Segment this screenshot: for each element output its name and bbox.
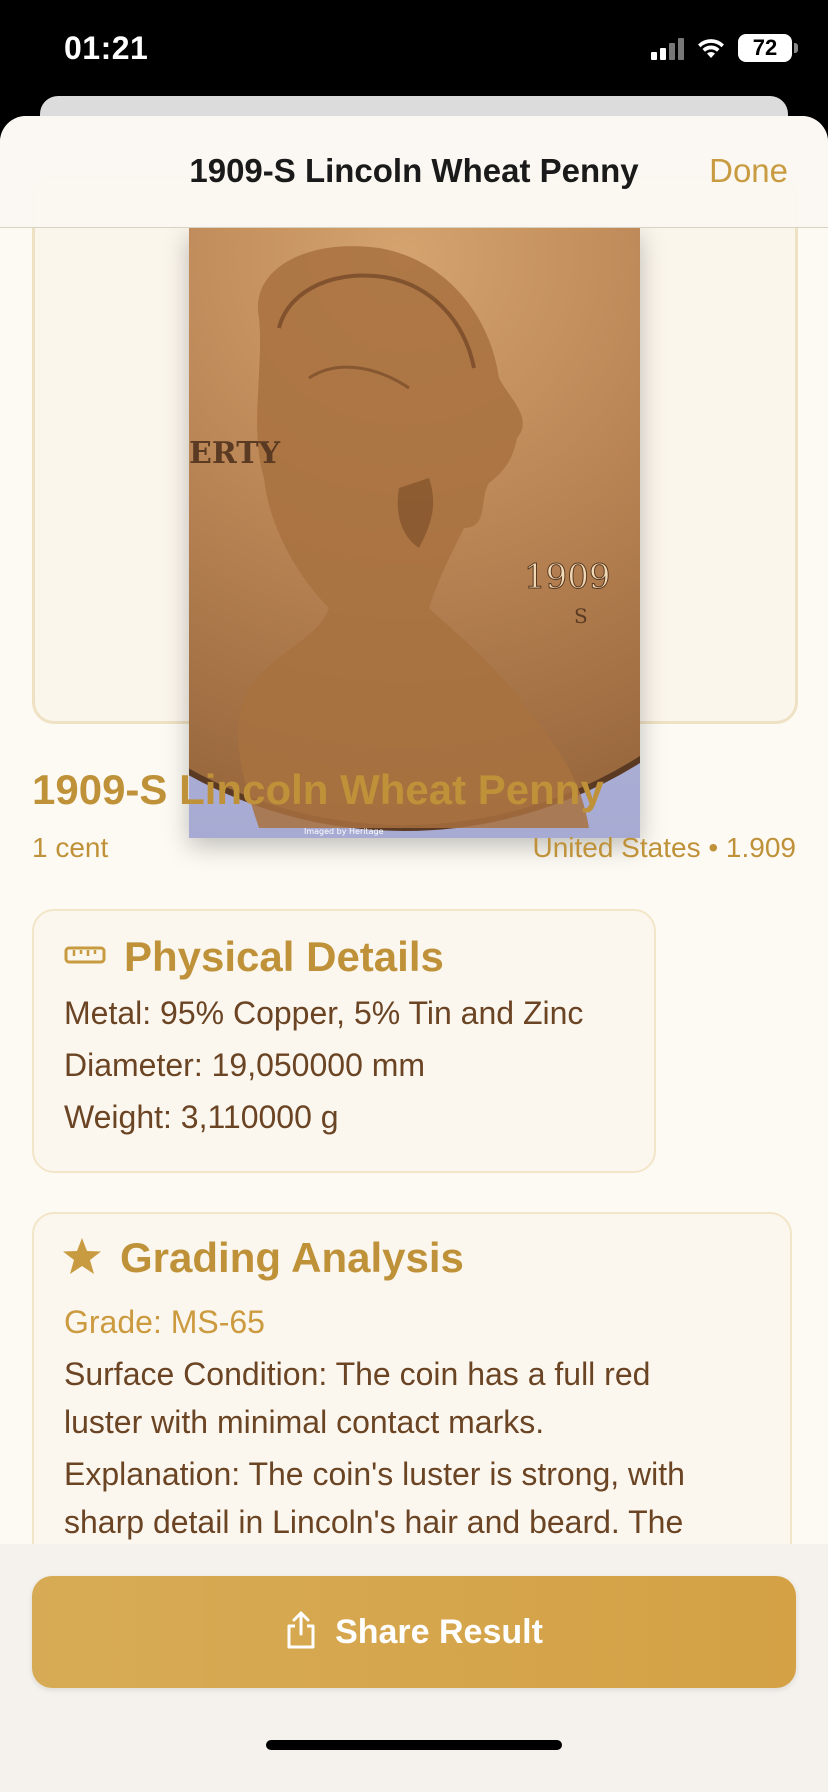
coin-photo[interactable]: ERTY 1909 S Imaged by Heritage — [189, 228, 640, 838]
nav-bar: 1909-S Lincoln Wheat Penny Done — [0, 116, 828, 228]
home-indicator[interactable] — [266, 1740, 562, 1750]
battery-level: 72 — [752, 35, 778, 60]
weight-line: Weight: 3,110000 g — [64, 1099, 339, 1135]
physical-details-header: Physical Details — [64, 933, 444, 981]
coin-date: 1909 — [524, 557, 611, 597]
coin-origin: United States • 1.909 — [532, 832, 796, 863]
grade-value: Grade: MS-65 — [64, 1304, 265, 1340]
coin-name: 1909-S Lincoln Wheat Penny — [32, 766, 604, 813]
surface-condition-line-1: Surface Condition: The coin has a full r… — [64, 1356, 651, 1392]
status-bar: 01:21 72 — [0, 0, 828, 100]
photo-credit: Imaged by Heritage — [304, 827, 384, 836]
result-sheet: 1909-S Lincoln Wheat Penny Done ERTY 190… — [0, 116, 828, 1792]
star-icon — [62, 1237, 102, 1280]
explanation-line-1: Explanation: The coin's luster is strong… — [64, 1456, 685, 1492]
share-result-label: Share Result — [335, 1612, 543, 1651]
bottom-action-bar: Share Result — [0, 1544, 828, 1792]
grading-analysis-header: Grading Analysis — [62, 1234, 464, 1282]
share-result-button[interactable]: Share Result — [32, 1576, 796, 1688]
done-button[interactable]: Done — [709, 152, 788, 190]
surface-condition-line-2: luster with minimal contact marks. — [64, 1404, 545, 1440]
status-icons: 72 — [651, 34, 798, 62]
ruler-icon — [64, 944, 106, 971]
physical-details-card: Physical Details Metal: 95% Copper, 5% T… — [32, 909, 656, 1173]
share-icon — [285, 1610, 317, 1655]
grading-analysis-title: Grading Analysis — [120, 1234, 464, 1281]
coin-inscription-left: ERTY — [189, 436, 281, 471]
physical-details-title: Physical Details — [124, 933, 444, 980]
battery-icon: 72 — [738, 34, 798, 62]
status-time: 01:21 — [64, 30, 149, 66]
metal-line: Metal: 95% Copper, 5% Tin and Zinc — [64, 995, 584, 1031]
nav-title: 1909-S Lincoln Wheat Penny — [189, 152, 639, 189]
wifi-icon — [696, 36, 726, 60]
explanation-line-2: sharp detail in Lincoln's hair and beard… — [64, 1504, 684, 1540]
coin-denomination: 1 cent — [32, 832, 109, 863]
diameter-line: Diameter: 19,050000 mm — [64, 1047, 426, 1083]
cellular-signal-icon — [651, 36, 684, 60]
coin-mint-mark: S — [574, 604, 588, 628]
